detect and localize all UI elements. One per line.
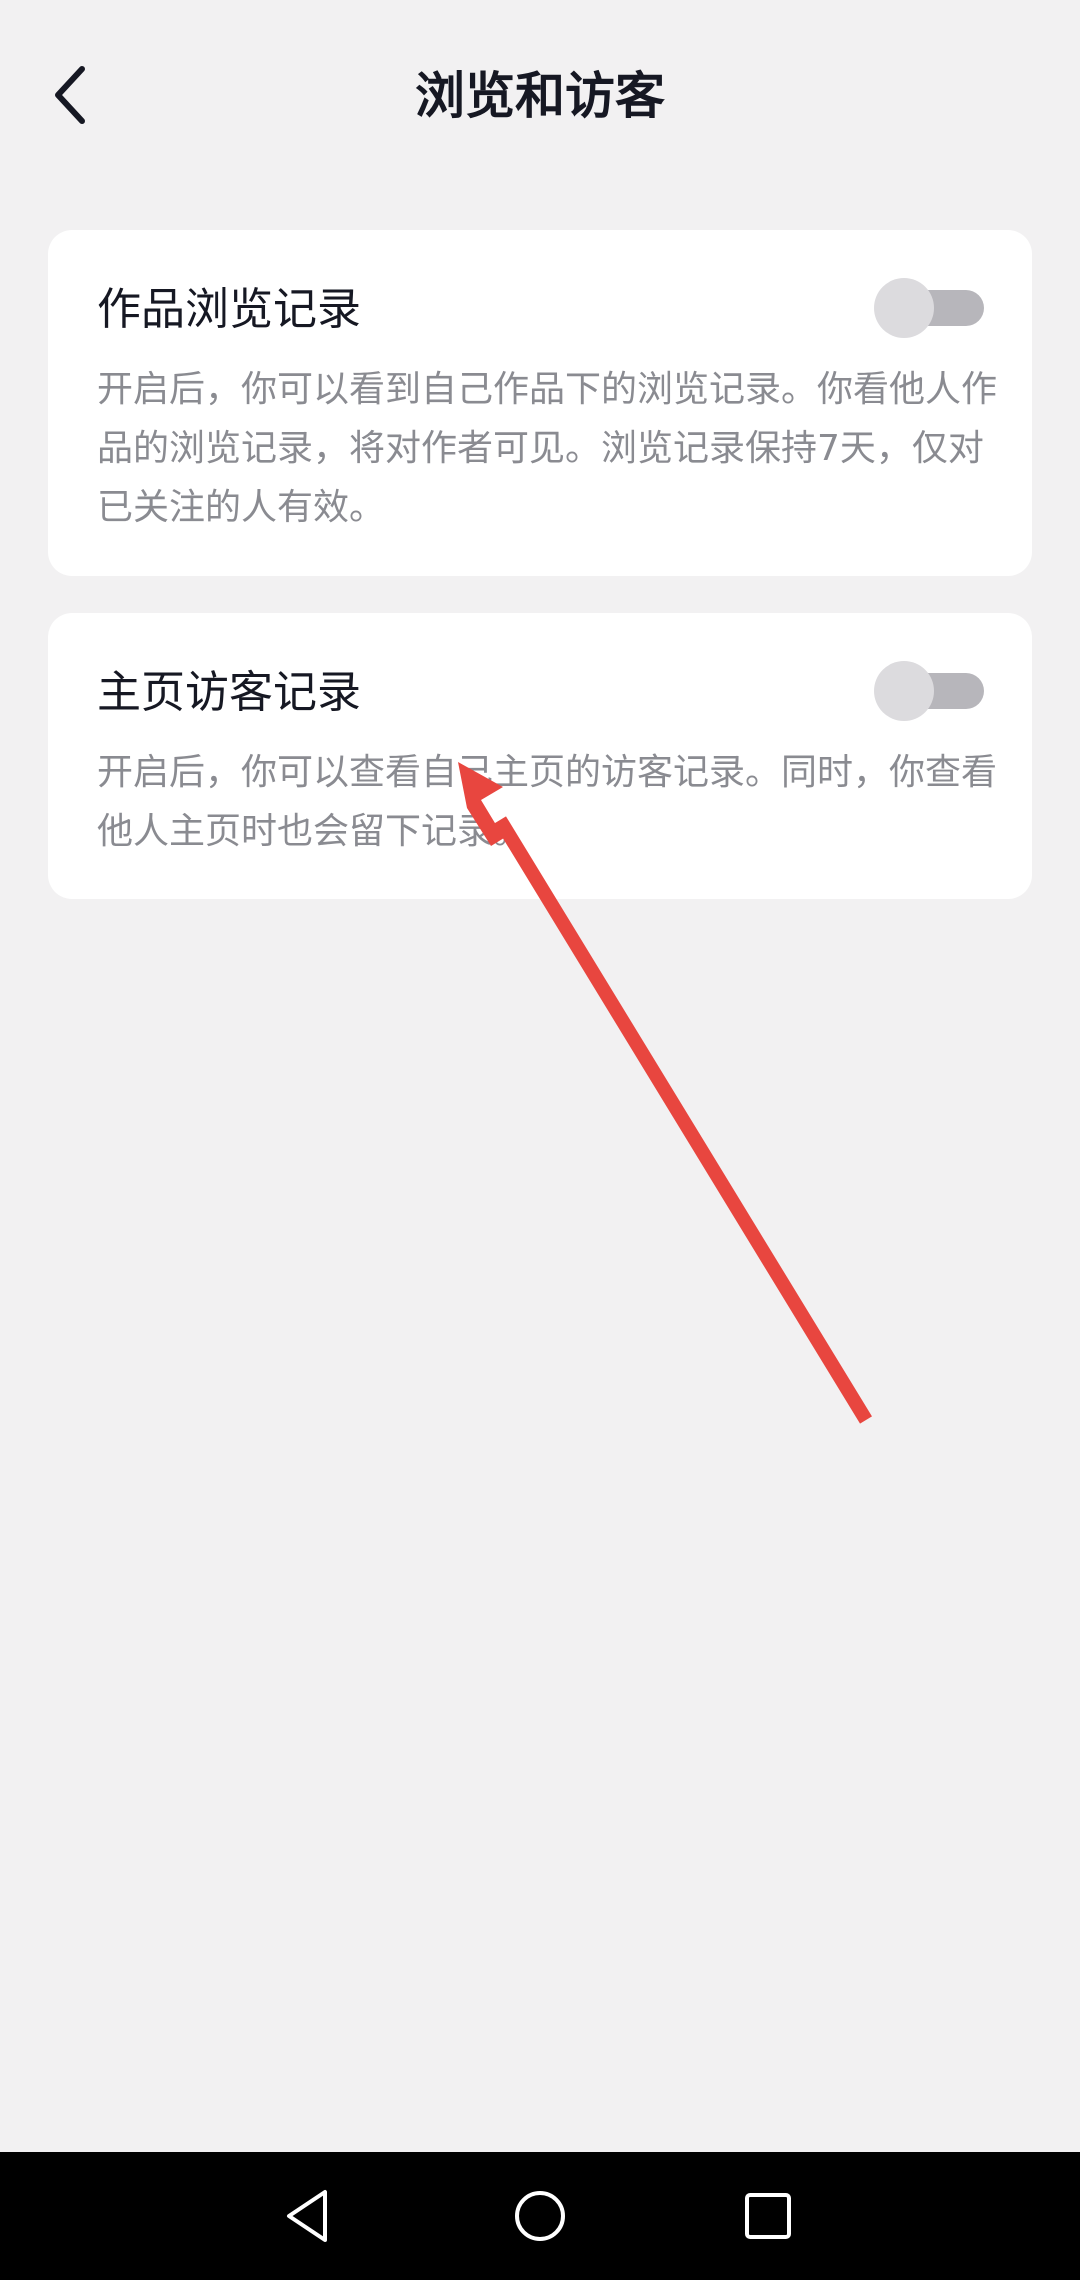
triangle-back-icon (287, 2190, 327, 2242)
system-navigation-bar (0, 2152, 1080, 2280)
setting-title: 主页访客记录 (97, 667, 361, 718)
setting-title: 作品浏览记录 (97, 284, 361, 335)
profile-visitors-toggle[interactable] (874, 661, 984, 721)
setting-card-work-views: 作品浏览记录 开启后，你可以看到自己作品下的浏览记录。你看他人作品的浏览记录，将… (48, 230, 1032, 576)
work-views-toggle[interactable] (874, 278, 984, 338)
nav-back-button[interactable] (259, 2166, 359, 2266)
square-recents-icon (745, 2193, 791, 2239)
header: 浏览和访客 (0, 0, 1080, 190)
toggle-knob (874, 278, 934, 338)
nav-recents-button[interactable] (718, 2166, 818, 2266)
circle-home-icon (515, 2191, 565, 2241)
setting-card-profile-visitors: 主页访客记录 开启后，你可以查看自己主页的访客记录。同时，你查看他人主页时也会留… (48, 613, 1032, 899)
page-title: 浏览和访客 (415, 67, 665, 125)
setting-description: 开启后，你可以看到自己作品下的浏览记录。你看他人作品的浏览记录，将对作者可见。浏… (97, 369, 998, 528)
setting-description: 开启后，你可以查看自己主页的访客记录。同时，你查看他人主页时也会留下记录。 (97, 752, 998, 852)
nav-home-button[interactable] (490, 2166, 590, 2266)
toggle-knob (874, 661, 934, 721)
browse-and-visitors-screen: 浏览和访客 作品浏览记录 开启后，你可以看到自己作品下的浏览记录。你看他人作品的… (0, 0, 1080, 2280)
